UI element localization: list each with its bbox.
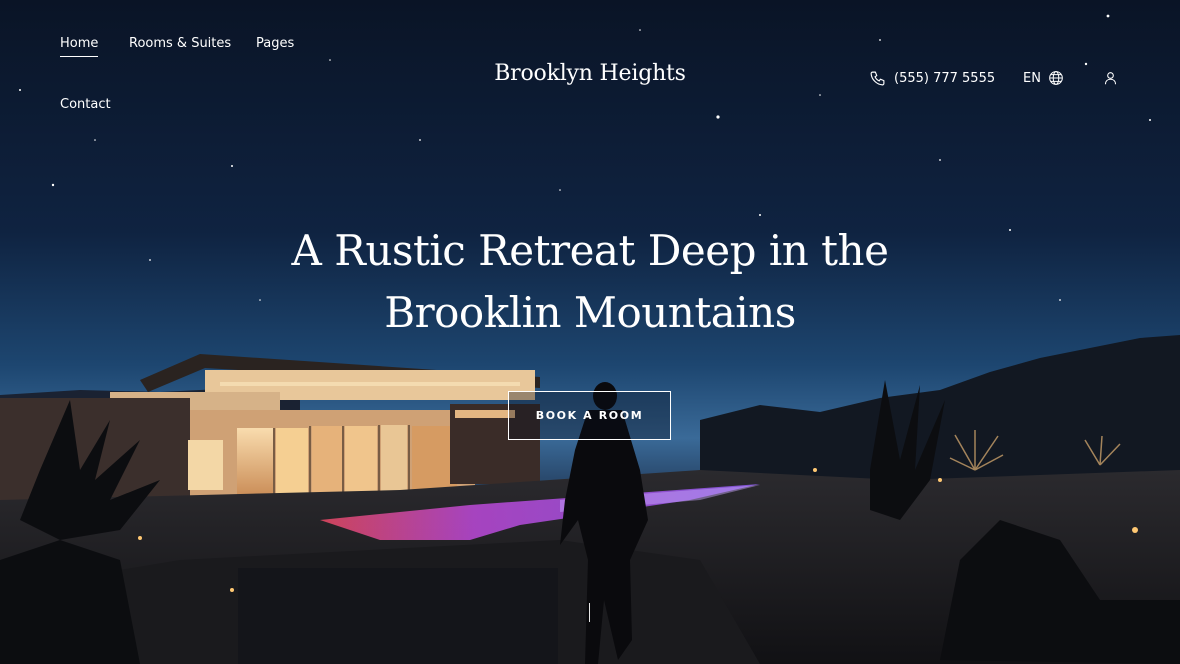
phone-link[interactable]: (555) 777 5555 — [869, 68, 995, 88]
account-button[interactable] — [1103, 68, 1118, 88]
globe-icon — [1048, 70, 1064, 86]
book-a-room-button[interactable]: BOOK A ROOM — [508, 391, 671, 440]
language-code: EN — [1023, 70, 1041, 86]
language-selector[interactable]: EN — [1023, 68, 1064, 88]
phone-number: (555) 777 5555 — [894, 70, 996, 86]
nav-link-rooms-suites[interactable]: Rooms & Suites — [129, 36, 231, 52]
nav-link-pages[interactable]: Pages — [256, 36, 294, 52]
brand-logo[interactable]: Brooklyn Heights — [0, 59, 1180, 89]
hero-section: Home Rooms & Suites Pages Contact Brookl… — [0, 0, 1180, 664]
hero-headline: A Rustic Retreat Deep in the Brooklin Mo… — [190, 220, 990, 344]
phone-icon — [869, 70, 886, 87]
hero-headline-line-2: Brooklin Mountains — [384, 288, 796, 337]
nav-link-home[interactable]: Home — [60, 36, 99, 57]
hero-headline-line-1: A Rustic Retreat Deep in the — [291, 226, 889, 275]
nav-link-contact[interactable]: Contact — [60, 97, 111, 113]
user-icon — [1103, 70, 1118, 86]
scroll-indicator[interactable] — [589, 603, 590, 622]
